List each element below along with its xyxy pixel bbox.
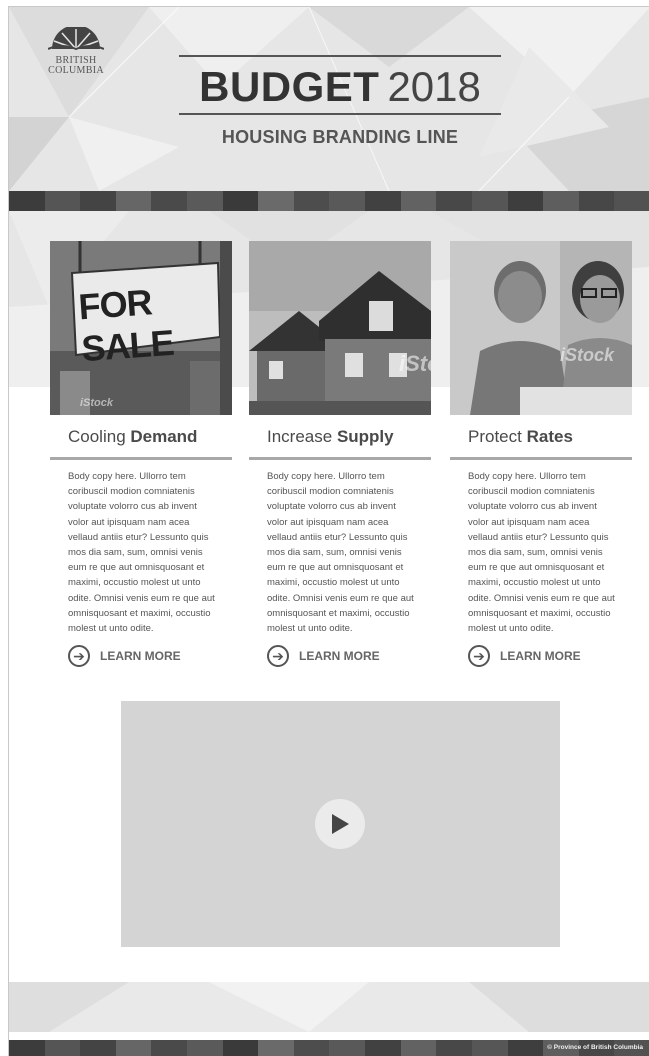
play-icon [332, 814, 349, 834]
learn-more-label: LEARN MORE [299, 649, 380, 663]
arrow-right-circle-icon: ➔ [68, 645, 90, 667]
arrow-right-circle-icon: ➔ [267, 645, 289, 667]
page-title: BUDGET 2018 [179, 63, 501, 111]
column-heading: Cooling Demand [68, 427, 198, 446]
column-body: Body copy here. Ullorro tem coribuscil m… [468, 471, 615, 635]
footer-band [9, 982, 649, 1032]
copyright-text: © Province of British Columbia [547, 1044, 643, 1051]
title-rule-top [179, 55, 501, 57]
houses-illustration [249, 241, 431, 415]
page-subtitle: HOUSING BRANDING LINE [221, 127, 459, 147]
for-sale-sign-photo: FOR SALE iStock [50, 241, 232, 415]
learn-more-link[interactable]: ➔ LEARN MORE [68, 645, 181, 667]
arrow-right-circle-icon: ➔ [468, 645, 490, 667]
houses-photo: iStock [249, 241, 431, 415]
couple-illustration [450, 241, 632, 415]
learn-more-label: LEARN MORE [100, 649, 181, 663]
column-divider [50, 457, 232, 460]
column-body: Body copy here. Ullorro tem coribuscil m… [68, 471, 215, 635]
sun-logo-icon [47, 25, 105, 51]
learn-more-link[interactable]: ➔ LEARN MORE [468, 645, 581, 667]
column-divider [450, 457, 632, 460]
title-block: BUDGET 2018 HOUSING BRANDING LINE [179, 55, 501, 148]
bc-logo[interactable]: British Columbia [31, 25, 121, 76]
footer-pattern [9, 982, 649, 1032]
watermark: iStock [80, 397, 114, 409]
column-heading: Protect Rates [468, 427, 573, 446]
logo-line-2: Columbia [48, 65, 104, 76]
for-sale-text: FOR SALE [77, 281, 175, 370]
watermark: iStock [399, 351, 431, 376]
learn-more-link[interactable]: ➔ LEARN MORE [267, 645, 380, 667]
video-player[interactable] [121, 701, 560, 947]
play-button[interactable] [315, 799, 365, 849]
header-stripe [9, 191, 649, 211]
column-heading: Increase Supply [267, 427, 394, 446]
title-bold: BUDGET [199, 63, 380, 110]
column-body: Body copy here. Ullorro tem coribuscil m… [267, 471, 414, 635]
title-year: 2018 [387, 63, 481, 110]
watermark: iStock [560, 345, 615, 365]
title-rule-bottom [179, 113, 501, 115]
page-frame: British Columbia BUDGET 2018 HOUSING BRAN… [8, 6, 649, 1056]
couple-photo: iStock [450, 241, 632, 415]
learn-more-label: LEARN MORE [500, 649, 581, 663]
column-divider [249, 457, 431, 460]
